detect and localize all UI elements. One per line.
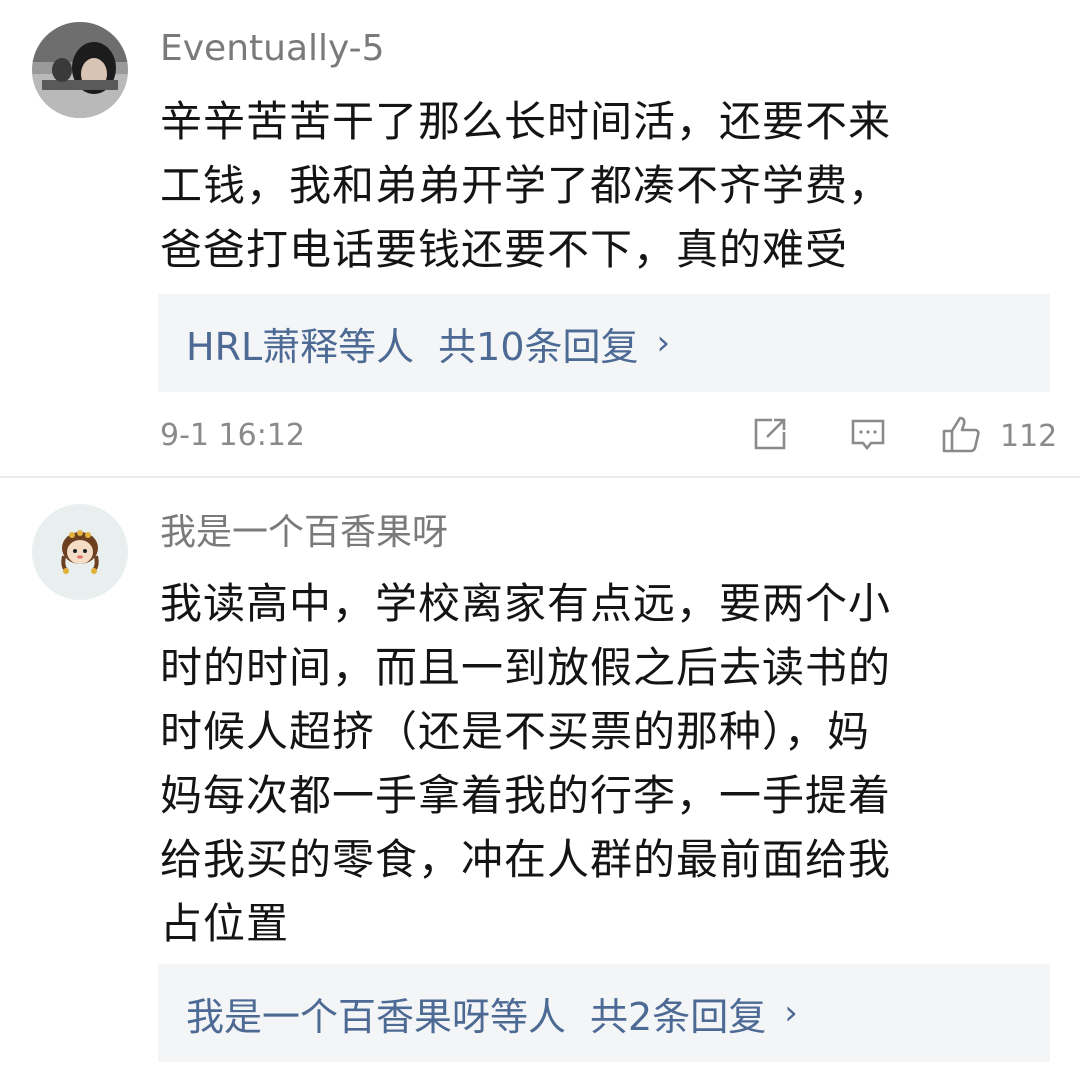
comment-card: 我是一个百香果呀 我读高中，学校离家有点远，要两个小 时的时间，而且一到放假之后…	[0, 478, 1080, 1077]
comment-text: 我读高中，学校离家有点远，要两个小 时的时间，而且一到放假之后去读书的 时候人超…	[160, 572, 1040, 956]
reply-users: 我是一个百香果呀等人	[186, 994, 567, 1039]
comment-line: 占位置	[160, 899, 290, 948]
reply-button[interactable]	[848, 414, 888, 458]
share-icon	[750, 414, 790, 458]
reply-users: HRL萧释等人	[186, 324, 415, 369]
chevron-right-icon: ›	[784, 993, 798, 1033]
comment-line: 辛辛苦苦干了那么长时间活，还要不来	[160, 97, 892, 146]
avatar[interactable]	[32, 22, 128, 118]
share-button[interactable]	[750, 414, 790, 458]
comment-text: 辛辛苦苦干了那么长时间活，还要不来 工钱，我和弟弟开学了都凑不齐学费， 爸爸打电…	[160, 90, 1040, 282]
comment-line: 爸爸打电话要钱还要不下，真的难受	[160, 225, 849, 274]
timestamp: 9-1 16:12	[160, 418, 305, 453]
like-button[interactable]: 112	[940, 414, 1057, 458]
reply-count: 共2条回复	[590, 994, 767, 1039]
username[interactable]: Eventually-5	[160, 26, 385, 72]
comment-meta: 9-1 16:12 112	[160, 414, 1057, 458]
avatar[interactable]	[32, 504, 128, 600]
replies-preview-button[interactable]: 我是一个百香果呀等人 共2条回复 ›	[158, 964, 1050, 1062]
comment-line: 时候人超挤（还是不买票的那种），妈	[160, 707, 871, 756]
reply-count: 共10条回复	[438, 324, 639, 369]
comment-card: Eventually-5 辛辛苦苦干了那么长时间活，还要不来 工钱，我和弟弟开学…	[0, 0, 1080, 476]
username[interactable]: 我是一个百香果呀	[160, 510, 448, 556]
chevron-right-icon: ›	[656, 323, 671, 363]
comment-line: 给我买的零食，冲在人群的最前面给我	[160, 835, 892, 884]
comment-line: 时的时间，而且一到放假之后去读书的	[160, 643, 892, 692]
thumbs-up-icon	[940, 413, 982, 459]
comment-line: 工钱，我和弟弟开学了都凑不齐学费，	[160, 161, 892, 210]
like-count: 112	[1000, 418, 1058, 454]
comment-line: 我读高中，学校离家有点远，要两个小	[160, 579, 892, 628]
comment-icon	[848, 414, 888, 458]
comment-line: 妈每次都一手拿着我的行李，一手提着	[160, 771, 892, 820]
replies-preview-button[interactable]: HRL萧释等人 共10条回复 ›	[158, 294, 1050, 392]
